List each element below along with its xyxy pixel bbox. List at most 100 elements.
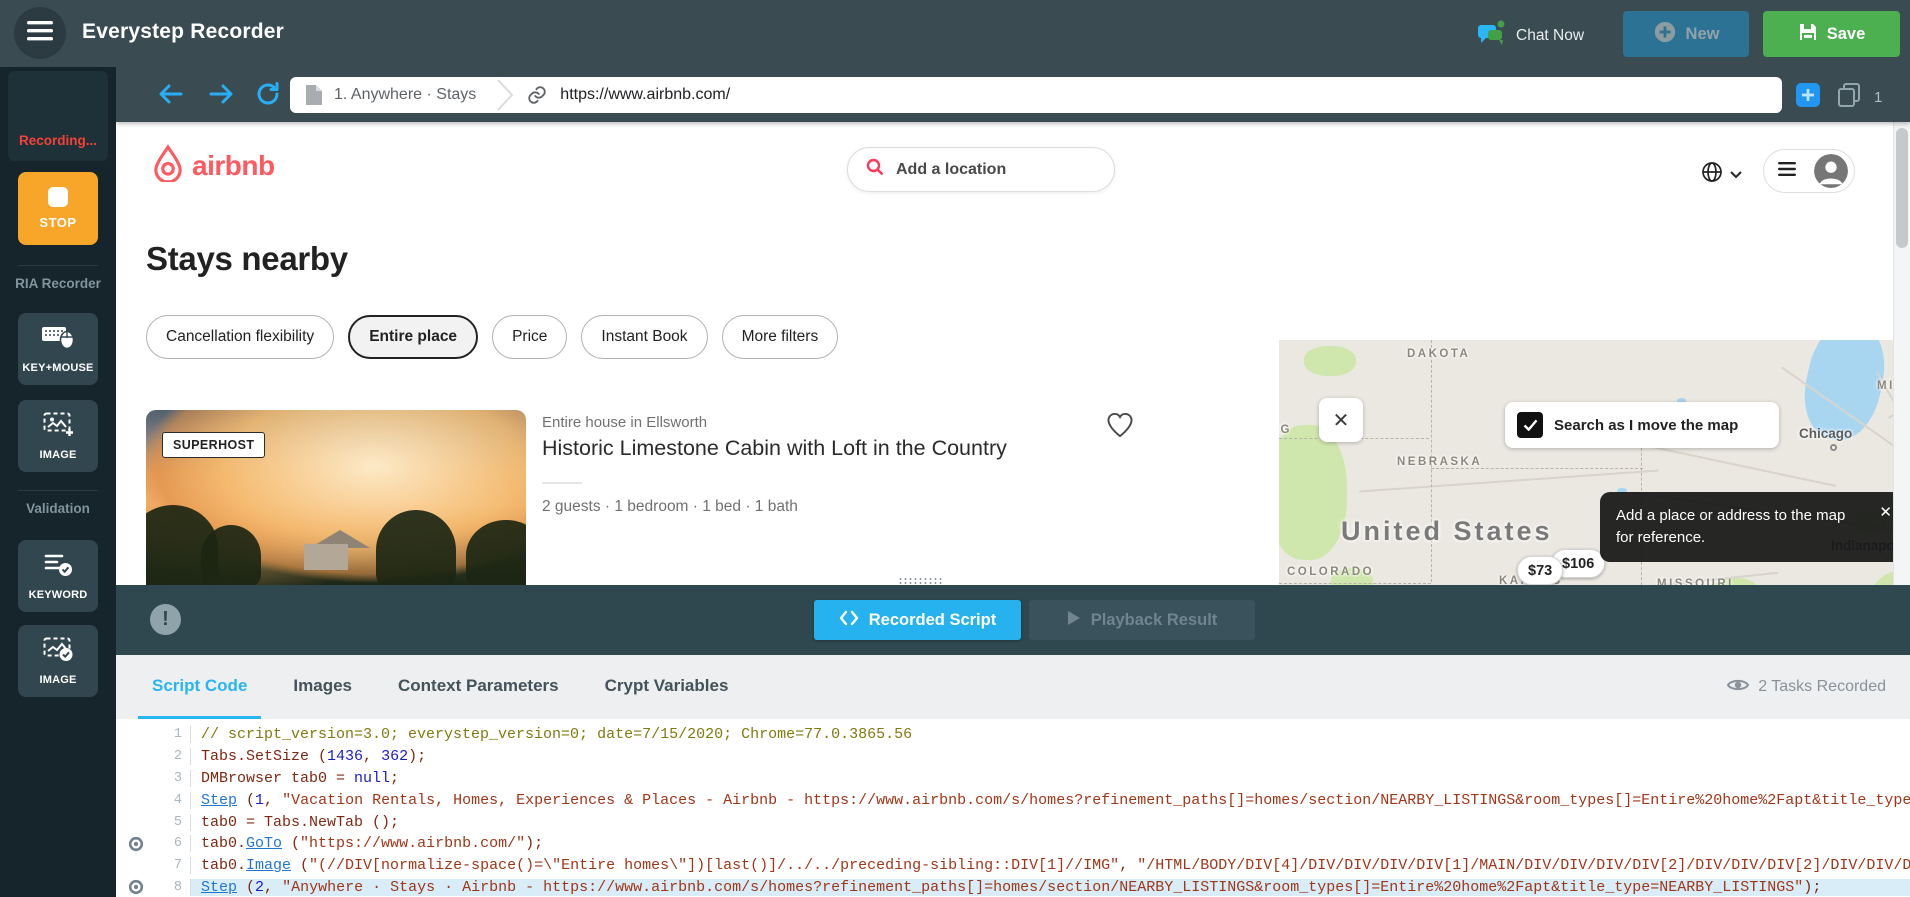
tab-images[interactable]: Images xyxy=(279,655,366,719)
map-close-button[interactable]: ✕ xyxy=(1319,398,1363,442)
code-text: tab0 = Tabs.NewTab (); xyxy=(190,814,1910,831)
code-segment: 1 xyxy=(255,792,264,809)
save-button[interactable]: Save xyxy=(1763,11,1900,57)
key-mouse-button[interactable]: KEY+MOUSE xyxy=(18,313,98,385)
image-validation-button[interactable]: IMAGE xyxy=(18,625,98,697)
stop-recording-button[interactable]: STOP xyxy=(18,172,98,245)
menu-icon xyxy=(1778,162,1796,181)
code-segment: , xyxy=(264,792,282,809)
filter-pill-cancellation-flexibility[interactable]: Cancellation flexibility xyxy=(146,315,334,359)
page-icon xyxy=(304,84,324,106)
tasks-recorded: 2 Tasks Recorded xyxy=(1727,655,1886,719)
recorded-script-label: Recorded Script xyxy=(869,611,996,630)
ria-recorder-label: RIA Recorder xyxy=(0,276,116,291)
bottom-toolbar: ! Recorded Script Playback Result xyxy=(116,585,1910,655)
code-link-step[interactable]: Step xyxy=(201,792,237,809)
price-marker-73[interactable]: $73 xyxy=(1517,556,1563,585)
keyword-validation-button[interactable]: KEYWORD xyxy=(18,540,98,612)
code-text: Tabs.SetSize (1436, 362); xyxy=(190,748,1910,765)
hamburger-icon xyxy=(27,21,53,46)
ria-image-button[interactable]: IMAGE xyxy=(18,400,98,472)
forward-button[interactable] xyxy=(206,79,236,114)
image-plus-icon xyxy=(43,412,73,442)
chat-now-button[interactable]: Chat Now xyxy=(1474,16,1584,55)
code-segment: null xyxy=(354,770,390,787)
breakpoint-eye-icon[interactable] xyxy=(116,879,156,895)
chrome-right-icons: 1 xyxy=(1794,80,1882,115)
refresh-button[interactable] xyxy=(254,80,282,113)
filter-pill-entire-place[interactable]: Entire place xyxy=(348,315,478,359)
airbnb-logo[interactable]: airbnb xyxy=(150,144,275,187)
listing-title[interactable]: Historic Limestone Cabin with Loft in th… xyxy=(542,436,1007,461)
key-mouse-label: KEY+MOUSE xyxy=(22,362,93,374)
line-number: 8 xyxy=(156,880,190,895)
tab-title[interactable]: 1. Anywhere · Stays xyxy=(334,86,476,104)
code-segment: ); xyxy=(408,748,426,765)
code-segment: "/HTML/BODY/DIV[4]/DIV/DIV/DIV/DIV[1]/MA… xyxy=(1137,857,1910,874)
wishlist-heart-button[interactable] xyxy=(1106,412,1134,443)
tasks-recorded-label: 2 Tasks Recorded xyxy=(1758,678,1886,696)
code-segment: "Vacation Rentals, Homes, Experiences & … xyxy=(282,792,1910,809)
map[interactable]: United States DAKOTAMICHIGANWYOMINGIOWAN… xyxy=(1279,340,1910,585)
recorded-script-button[interactable]: Recorded Script xyxy=(814,600,1021,640)
location-search-box[interactable]: Add a location xyxy=(847,147,1115,192)
search-as-move-toggle[interactable]: Search as I move the map xyxy=(1505,402,1779,448)
alert-icon[interactable]: ! xyxy=(150,604,181,635)
code-segment: ); xyxy=(1803,879,1821,896)
code-segment: , xyxy=(264,879,282,896)
map-region-label-nebraska: NEBRASKA xyxy=(1397,456,1482,468)
panel-tabs-row: Script Code Images Context Parameters Crypt… xyxy=(116,655,1910,719)
image-validation-label: IMAGE xyxy=(39,674,76,686)
code-link-step[interactable]: Step xyxy=(201,879,237,896)
image-check-icon xyxy=(43,637,73,667)
address-bar[interactable]: 1. Anywhere · Stays https://www.airbnb.c… xyxy=(290,77,1782,113)
code-line: 3DMBrowser tab0 = null; xyxy=(116,768,1910,790)
airbnb-belo-icon xyxy=(150,144,186,187)
user-menu-button[interactable] xyxy=(1763,149,1855,193)
hamburger-menu-button[interactable] xyxy=(14,7,66,59)
filter-pill-instant-book[interactable]: Instant Book xyxy=(581,315,707,359)
code-text: // script_version=3.0; everystep_version… xyxy=(190,726,1910,743)
line-number: 2 xyxy=(156,749,190,764)
code-link-image[interactable]: Image xyxy=(246,857,291,874)
new-label: New xyxy=(1686,25,1720,44)
tab-list-icon[interactable] xyxy=(1836,82,1862,113)
map-region-label-colorado: COLORADO xyxy=(1287,566,1374,578)
tab-script-code[interactable]: Script Code xyxy=(138,655,261,719)
panel-resize-handle[interactable] xyxy=(898,577,944,584)
code-line: 8Step (2, "Anywhere · Stays · Airbnb - h… xyxy=(116,877,1910,897)
line-number: 6 xyxy=(156,836,190,851)
add-tab-icon[interactable] xyxy=(1794,80,1824,115)
back-button[interactable] xyxy=(156,79,186,114)
listing-divider xyxy=(542,482,582,484)
tab-context-parameters[interactable]: Context Parameters xyxy=(384,655,573,719)
language-globe-button[interactable] xyxy=(1700,160,1742,189)
code-segment: // script_version=3.0; everystep_version… xyxy=(201,726,912,743)
checkbox-checked-icon[interactable] xyxy=(1517,412,1543,438)
code-text: Step (1, "Vacation Rentals, Homes, Exper… xyxy=(190,792,1910,809)
viewport-scrollbar[interactable] xyxy=(1893,122,1910,585)
new-button[interactable]: New xyxy=(1623,11,1749,57)
code-line: 4Step (1, "Vacation Rentals, Homes, Expe… xyxy=(116,789,1910,811)
code-text: tab0.Image ("(//DIV[normalize-space()=\"… xyxy=(190,857,1910,874)
keyword-label: KEYWORD xyxy=(29,589,88,601)
code-icon xyxy=(839,610,859,631)
scrollbar-thumb[interactable] xyxy=(1896,128,1908,248)
filter-pill-price[interactable]: Price xyxy=(492,315,567,359)
code-segment: tab0. xyxy=(201,857,246,874)
url-text[interactable]: https://www.airbnb.com/ xyxy=(560,86,730,104)
code-link-goto[interactable]: GoTo xyxy=(246,835,282,852)
page-title: Stays nearby xyxy=(146,240,348,278)
globe-icon xyxy=(1700,160,1724,189)
tab-crypt-variables[interactable]: Crypt Variables xyxy=(591,655,743,719)
search-as-move-label: Search as I move the map xyxy=(1554,417,1738,434)
sidebar-divider xyxy=(18,490,98,491)
tooltip-close-icon[interactable]: ✕ xyxy=(1879,502,1892,524)
code-segment: ( xyxy=(237,792,255,809)
app-title: Everystep Recorder xyxy=(82,20,284,44)
script-code-editor[interactable]: 1 // script_version=3.0; everystep_versio… xyxy=(116,719,1910,897)
playback-result-button[interactable]: Playback Result xyxy=(1029,600,1255,640)
filter-pill-more-filters[interactable]: More filters xyxy=(722,315,839,359)
link-icon xyxy=(526,84,548,106)
breakpoint-eye-icon[interactable] xyxy=(116,836,156,852)
